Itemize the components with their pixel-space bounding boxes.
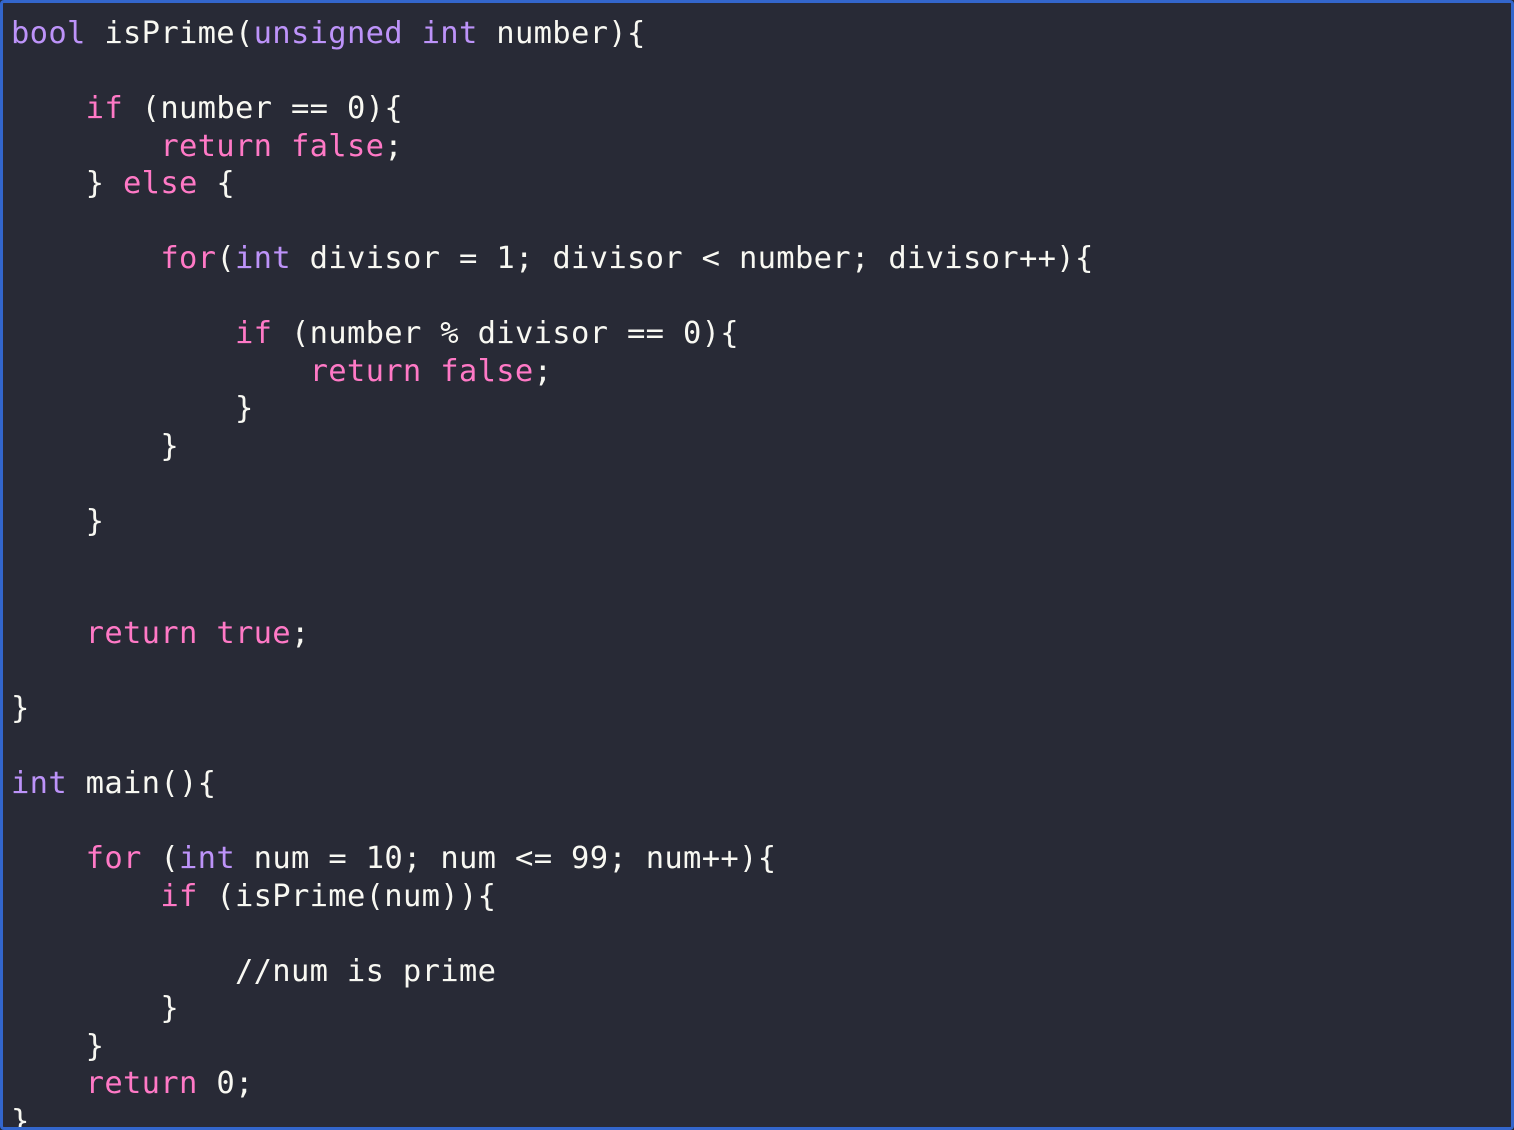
identifier-token: number	[496, 16, 608, 51]
code-line: return true;	[11, 615, 1503, 653]
code-line	[11, 53, 1503, 91]
code-line: bool isPrime(unsigned int number){	[11, 15, 1503, 53]
type-token: unsigned	[254, 16, 403, 51]
keyword-token: if	[86, 91, 123, 126]
type-token: int	[179, 841, 235, 876]
code-line: }	[11, 690, 1503, 728]
code-line: }	[11, 1028, 1503, 1066]
keyword-token: false	[291, 129, 384, 164]
type-token: int	[11, 766, 67, 801]
code-line	[11, 578, 1503, 616]
code-line: }	[11, 503, 1503, 541]
keyword-token: false	[440, 354, 533, 389]
code-line	[11, 653, 1503, 691]
keyword-token: else	[123, 166, 198, 201]
code-line: }	[11, 428, 1503, 466]
type-token: bool	[11, 16, 86, 51]
code-line	[11, 278, 1503, 316]
code-line	[11, 915, 1503, 953]
code-line: if (isPrime(num)){	[11, 878, 1503, 916]
keyword-token: if	[235, 316, 272, 351]
comment-token: //num is prime	[235, 954, 496, 989]
code-line: }	[11, 390, 1503, 428]
keyword-token: return	[86, 1066, 198, 1101]
code-line: if (number % divisor == 0){	[11, 315, 1503, 353]
code-line: for (int num = 10; num <= 99; num++){	[11, 840, 1503, 878]
keyword-token: return	[160, 129, 272, 164]
keyword-token: if	[160, 879, 197, 914]
code-editor[interactable]: bool isPrime(unsigned int number){ if (n…	[0, 0, 1514, 1130]
code-line	[11, 203, 1503, 241]
code-line	[11, 465, 1503, 503]
keyword-token: for	[86, 841, 142, 876]
code-line: int main(){	[11, 765, 1503, 803]
code-line: }	[11, 1103, 1503, 1130]
code-line: } else {	[11, 165, 1503, 203]
keyword-token: return	[310, 354, 422, 389]
code-line: }	[11, 990, 1503, 1028]
type-token: int	[235, 241, 291, 276]
keyword-token: for	[160, 241, 216, 276]
code-line: return false;	[11, 353, 1503, 391]
identifier-token: isPrime	[104, 16, 235, 51]
code-line: //num is prime	[11, 953, 1503, 991]
code-line	[11, 803, 1503, 841]
keyword-token: true	[216, 616, 291, 651]
code-line: return false;	[11, 128, 1503, 166]
code-line: for(int divisor = 1; divisor < number; d…	[11, 240, 1503, 278]
code-line: if (number == 0){	[11, 90, 1503, 128]
code-line: return 0;	[11, 1065, 1503, 1103]
code-line	[11, 728, 1503, 766]
keyword-token: return	[86, 616, 198, 651]
code-line	[11, 540, 1503, 578]
type-token: int	[422, 16, 478, 51]
identifier-token: main	[86, 766, 161, 801]
